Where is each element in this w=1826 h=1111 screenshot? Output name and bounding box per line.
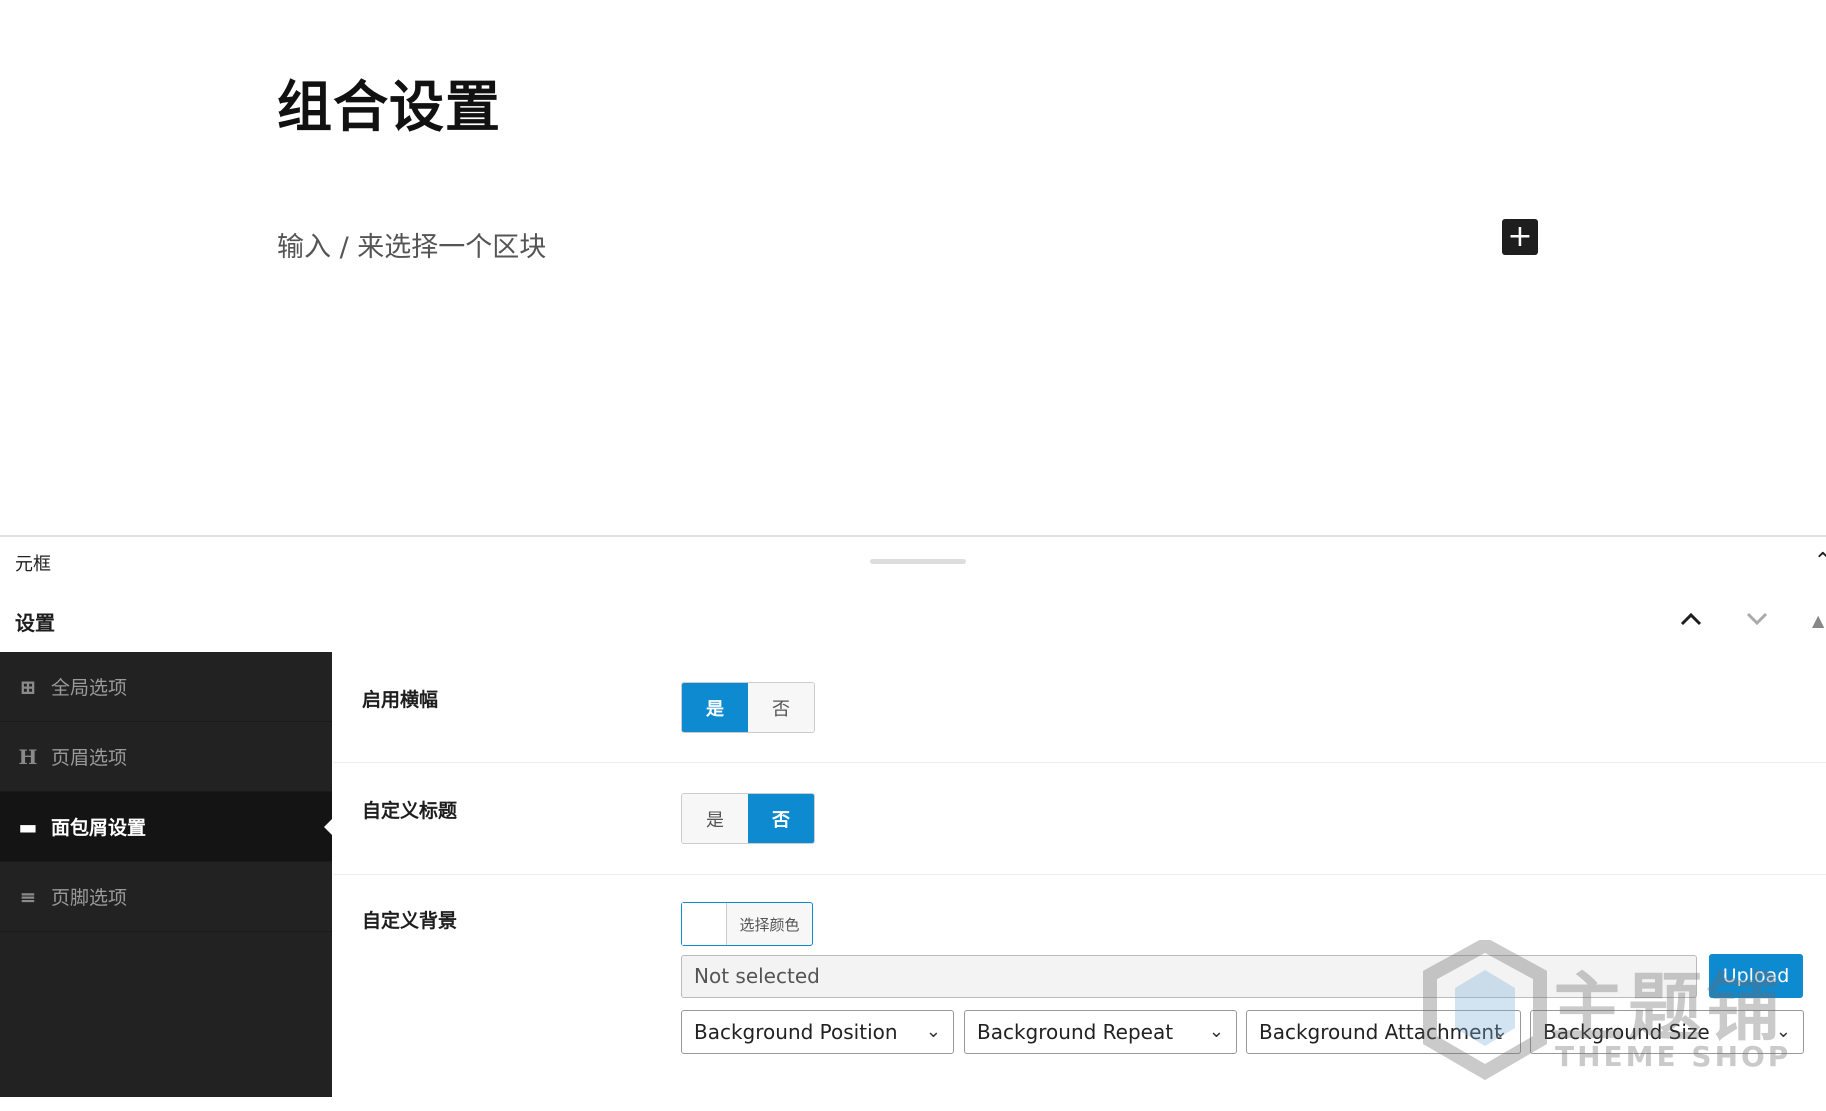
upload-button[interactable]: Upload: [1709, 954, 1803, 998]
sidebar-item-label: 页眉选项: [51, 747, 128, 769]
page-title[interactable]: 组合设置: [277, 62, 501, 142]
options-sidebar: ⊞ 全局选项 H 页眉选项 ▬ 面包屑设置 ≡ 页脚选项: [0, 652, 332, 1097]
sidebar-item-footer[interactable]: ≡ 页脚选项: [0, 862, 332, 932]
background-attachment-select[interactable]: Background Attachment ⌄: [1246, 1010, 1521, 1054]
banner-toggle: 是 否: [681, 682, 815, 733]
background-position-select[interactable]: Background Position ⌄: [681, 1010, 954, 1054]
card-icon: ▬: [18, 814, 38, 839]
meta-box-title: 元框: [15, 554, 51, 575]
chevron-up-icon: [1680, 612, 1702, 626]
background-size-select[interactable]: Background Size ⌄: [1530, 1010, 1804, 1054]
field-label: 自定义背景: [362, 910, 458, 932]
select-value: Background Attachment: [1259, 1020, 1502, 1044]
select-value: Background Repeat: [977, 1020, 1174, 1044]
chevron-down-icon: ⌄: [1775, 1021, 1791, 1042]
resize-handle[interactable]: [870, 559, 966, 564]
toggle-yes-button[interactable]: 是: [682, 794, 748, 843]
background-image-field[interactable]: Not selected: [681, 955, 1697, 998]
toggle-panel-button[interactable]: ▲: [1812, 611, 1824, 630]
chevron-down-icon: ⌄: [1492, 1021, 1508, 1042]
block-placeholder[interactable]: 输入 / 来选择一个区块: [277, 225, 546, 264]
color-picker-label: 选择颜色: [739, 915, 800, 934]
sidebar-item-label: 全局选项: [51, 677, 128, 699]
field-custom-background: 自定义背景 选择颜色 Not selected Upload Backgroun…: [333, 875, 1826, 1095]
move-down-button[interactable]: [1746, 603, 1768, 633]
sidebar-item-global[interactable]: ⊞ 全局选项: [0, 652, 332, 722]
settings-title: 设置: [15, 611, 55, 635]
chevron-down-icon: [1746, 612, 1768, 626]
settings-header: 设置 ▲: [0, 585, 1826, 652]
field-custom-title: 自定义标题 是 否: [333, 763, 1826, 875]
sidebar-item-label: 页脚选项: [51, 887, 128, 909]
field-enable-banner: 启用横幅 是 否: [333, 652, 1826, 763]
color-picker-button[interactable]: 选择颜色: [681, 902, 813, 946]
grid-icon: ⊞: [19, 674, 37, 699]
move-up-button[interactable]: [1680, 603, 1702, 633]
toggle-no-button[interactable]: 否: [748, 794, 814, 843]
triangle-up-icon: ▲: [1812, 611, 1825, 630]
color-swatch: [682, 903, 727, 945]
select-value: Background Position: [694, 1020, 898, 1044]
background-repeat-select[interactable]: Background Repeat ⌄: [964, 1010, 1237, 1054]
plus-icon: +: [1507, 219, 1533, 254]
align-icon: ≡: [19, 884, 37, 909]
field-label: 自定义标题: [362, 800, 458, 822]
select-value: Background Size: [1543, 1020, 1710, 1044]
header-icon: H: [18, 744, 38, 769]
chevron-down-icon: ⌄: [1208, 1021, 1224, 1042]
add-block-button[interactable]: +: [1502, 219, 1538, 255]
chevron-up-icon[interactable]: ⌃: [1814, 549, 1826, 574]
meta-box-panel-header: 元框 ⌃: [0, 535, 1826, 587]
sidebar-item-header[interactable]: H 页眉选项: [0, 722, 332, 792]
toggle-yes-button[interactable]: 是: [682, 683, 748, 732]
chevron-down-icon: ⌄: [925, 1021, 941, 1042]
field-label: 启用横幅: [362, 689, 439, 711]
custom-title-toggle: 是 否: [681, 793, 815, 844]
sidebar-item-label: 面包屑设置: [51, 817, 147, 839]
toggle-no-button[interactable]: 否: [748, 683, 814, 732]
sidebar-item-breadcrumb[interactable]: ▬ 面包屑设置: [0, 792, 332, 862]
